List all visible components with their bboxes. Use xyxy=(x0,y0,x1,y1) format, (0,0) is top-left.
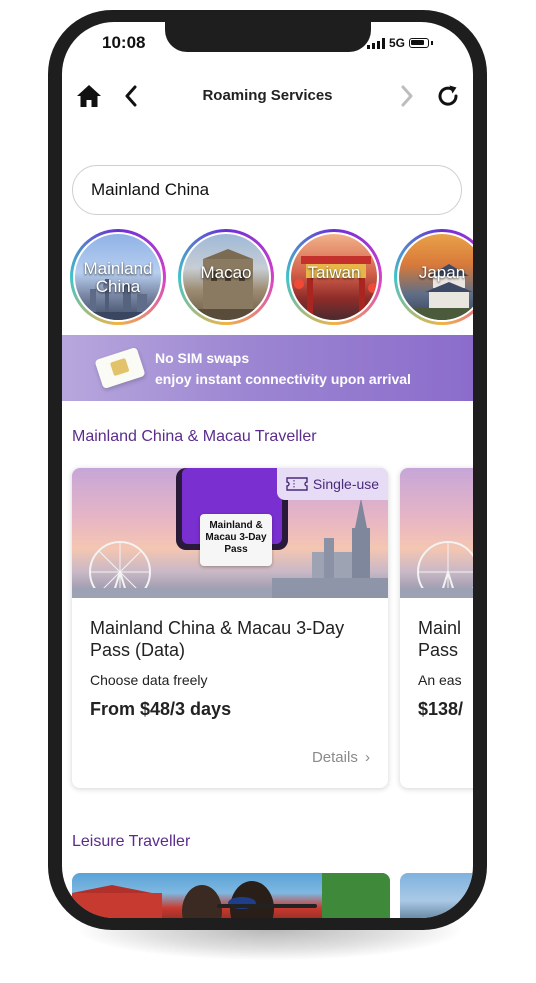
pass-card-price: From $48/3 days xyxy=(90,699,232,719)
banner-headline: No SIM swaps xyxy=(155,350,250,366)
pass-card-price: $138/ xyxy=(418,699,464,719)
pass-card-image xyxy=(400,468,473,598)
ticket-icon xyxy=(286,477,308,491)
pass-card[interactable]: Mainl Pass An eas $138/ xyxy=(400,468,473,788)
pass-card-name: Mainland China & Macau 3-Day Pass (Data) xyxy=(90,618,345,660)
refresh-icon[interactable] xyxy=(434,81,462,111)
search-input[interactable]: Mainland China xyxy=(72,165,462,215)
forward-icon[interactable] xyxy=(396,81,418,111)
badge-label: Single-use xyxy=(312,476,380,492)
destination-label: Japan xyxy=(418,263,466,282)
pass-card-image-caption: Mainland & Macau 3-Day Pass xyxy=(200,514,272,566)
destination-taiwan[interactable]: Taiwan xyxy=(286,229,382,325)
banner-subline: enjoy instant connectivity upon arrival xyxy=(155,371,411,387)
pass-card-desc: An eas xyxy=(418,672,462,688)
nav-bar: Roaming Services xyxy=(62,77,473,117)
section-title-china-macau: Mainland China & Macau Traveller xyxy=(72,428,317,445)
home-indicator[interactable] xyxy=(217,904,317,908)
sim-card-icon xyxy=(94,346,146,390)
leisure-card-image[interactable] xyxy=(400,873,473,918)
status-indicators: 5G xyxy=(367,36,434,50)
battery-icon xyxy=(409,38,430,48)
chevron-right-icon: › xyxy=(365,749,370,766)
notch xyxy=(165,22,371,52)
destination-label: Macao xyxy=(200,263,252,282)
network-type: 5G xyxy=(389,36,406,50)
destination-label: Taiwan xyxy=(307,263,361,282)
destination-label: Mainland China xyxy=(83,259,153,296)
signal-icon xyxy=(367,37,385,49)
pass-card-name: Mainl Pass xyxy=(418,618,462,660)
pass-card[interactable]: Mainland & Macau 3-Day Pass Single-use M… xyxy=(72,468,388,788)
destination-carousel[interactable]: Mainland China Macao Taiwan Japan xyxy=(70,229,473,329)
pass-card-desc: Choose data freely xyxy=(90,672,208,688)
battery-tip xyxy=(431,41,434,45)
details-link[interactable]: Details › xyxy=(312,749,370,766)
single-use-badge: Single-use xyxy=(277,468,388,500)
destination-japan[interactable]: Japan xyxy=(394,229,473,325)
destination-mainland-china[interactable]: Mainland China xyxy=(70,229,166,325)
phone-screen: 10:08 5G Roaming Services Mainland China xyxy=(62,22,473,918)
section-title-leisure: Leisure Traveller xyxy=(72,833,191,850)
destination-macao[interactable]: Macao xyxy=(178,229,274,325)
status-time: 10:08 xyxy=(102,33,146,52)
leisure-card-image[interactable] xyxy=(72,873,390,918)
details-label: Details xyxy=(311,749,358,766)
promo-banner[interactable]: No SIM swaps enjoy instant connectivity … xyxy=(62,335,473,401)
